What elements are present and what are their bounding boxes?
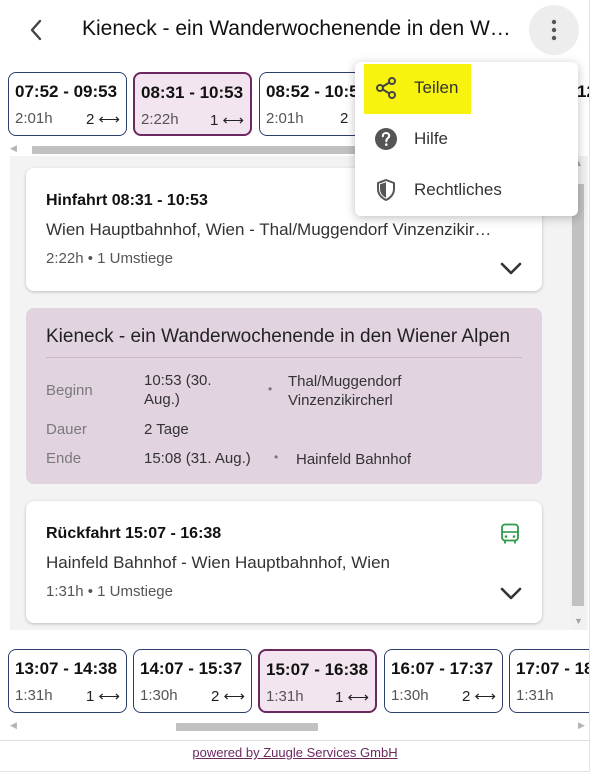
begin-place-line2: Vinzenzikircherl bbox=[288, 392, 393, 409]
app-window: Kieneck - ein Wanderwochenende in den Wi… bbox=[0, 0, 590, 772]
end-place: Hainfeld Bahnhof bbox=[296, 451, 412, 468]
connection-changes: 1 ⟷ bbox=[209, 112, 244, 129]
connection-time: 16:07 - 17:37 bbox=[391, 659, 494, 678]
connection-duration: 2:22h bbox=[141, 111, 179, 128]
back-button[interactable] bbox=[20, 14, 52, 46]
begin-place-line1: Thal/Muggendorf bbox=[288, 373, 402, 390]
chevron-down-icon[interactable] bbox=[498, 258, 524, 278]
scrollbar-thumb[interactable] bbox=[176, 723, 318, 731]
connection-changes: 2 ⟷ bbox=[210, 688, 245, 705]
page-title: Kieneck - ein Wanderwochenende in den Wi… bbox=[82, 17, 514, 40]
trip-title: Hinfahrt 08:31 - 10:53 bbox=[46, 192, 208, 209]
connection-option[interactable]: 14:07 - 15:37 1:30h 2 ⟷ bbox=[133, 649, 252, 713]
scrollbar-thumb[interactable] bbox=[572, 184, 584, 606]
scroll-down-arrow[interactable]: ▼ bbox=[574, 616, 583, 626]
begin-time-line1: 10:53 (30. bbox=[144, 372, 212, 389]
menu-item-label: Teilen bbox=[414, 78, 459, 97]
return-trip-card[interactable]: Rückfahrt 15:07 - 16:38 Hainfeld Bahnhof… bbox=[26, 501, 542, 623]
tour-summary-card: Kieneck - ein Wanderwochenende in den Wi… bbox=[26, 308, 542, 484]
powered-by-link[interactable]: powered by Zuugle Services GmbH bbox=[192, 745, 397, 760]
more-vert-icon bbox=[551, 19, 557, 41]
connection-option[interactable]: 07:52 - 09:53 2:01h 2 ⟷ bbox=[8, 72, 127, 136]
connection-time: 17:07 - 18 bbox=[516, 659, 590, 678]
separator-dot: • bbox=[274, 450, 279, 464]
begin-time-line2: Aug.) bbox=[144, 391, 180, 408]
connection-time: 08:52 - 10:5 bbox=[266, 82, 359, 101]
connection-duration: 1:31h bbox=[516, 687, 554, 704]
separator-dot: • bbox=[268, 382, 273, 396]
menu-item-label: Rechtliches bbox=[414, 180, 502, 199]
trip-details-panel: Hinfahrt 08:31 - 10:53 Wien Hauptbahnhof… bbox=[10, 156, 588, 630]
connection-duration: 1:30h bbox=[391, 687, 429, 704]
trip-meta: 1:31h • 1 Umstiege bbox=[46, 583, 173, 600]
return-connection-strip[interactable]: 13:07 - 14:38 1:31h 1 ⟷ 14:07 - 15:37 1:… bbox=[0, 649, 590, 713]
duration-value: 2 Tage bbox=[144, 421, 189, 438]
connection-option[interactable]: 17:07 - 18 1:31h bbox=[509, 649, 590, 713]
chevron-down-icon[interactable] bbox=[498, 583, 524, 603]
divider bbox=[46, 357, 522, 358]
vertical-scrollbar[interactable]: ▲ ▼ bbox=[570, 156, 586, 630]
chevron-left-icon bbox=[30, 19, 42, 41]
bus-icon bbox=[501, 523, 519, 544]
share-icon bbox=[376, 77, 396, 99]
menu-item-share[interactable]: Teilen bbox=[355, 64, 578, 112]
header: Kieneck - ein Wanderwochenende in den Wi… bbox=[0, 0, 589, 62]
connection-option[interactable]: 13:07 - 14:38 1:31h 1 ⟷ bbox=[8, 649, 127, 713]
menu-item-legal[interactable]: Rechtliches bbox=[355, 166, 578, 214]
end-label: Ende bbox=[46, 450, 82, 467]
connection-changes: 1 ⟷ bbox=[85, 688, 120, 705]
scroll-left-arrow[interactable]: ◀ bbox=[10, 143, 17, 154]
scroll-right-arrow[interactable]: ▶ bbox=[578, 720, 585, 731]
trip-route: Wien Hauptbahnhof, Wien - Thal/Muggendor… bbox=[46, 220, 496, 239]
trip-title: Rückfahrt 15:07 - 16:38 bbox=[46, 525, 222, 542]
menu-item-help[interactable]: Hilfe bbox=[355, 115, 578, 163]
scrollbar-thumb[interactable] bbox=[32, 146, 382, 154]
more-options-button[interactable] bbox=[529, 5, 579, 55]
return-horizontal-scrollbar[interactable]: ◀ ▶ bbox=[0, 719, 589, 733]
footer-divider bbox=[0, 740, 589, 741]
connection-option[interactable]: 16:07 - 17:37 1:30h 2 ⟷ bbox=[384, 649, 503, 713]
duration-label: Dauer bbox=[46, 421, 87, 438]
help-icon bbox=[375, 128, 397, 150]
footer: powered by Zuugle Services GmbH bbox=[0, 745, 589, 760]
connection-duration: 1:30h bbox=[140, 687, 178, 704]
options-menu: Teilen Hilfe Rechtliches bbox=[355, 62, 578, 216]
scroll-left-arrow[interactable]: ◀ bbox=[10, 720, 17, 731]
connection-changes: 2 ⟷ bbox=[461, 688, 496, 705]
connection-changes: 2 ⟷ bbox=[85, 111, 120, 128]
connection-duration: 1:31h bbox=[15, 687, 53, 704]
menu-item-label: Hilfe bbox=[414, 129, 449, 148]
connection-option-selected[interactable]: 15:07 - 16:38 1:31h 1 ⟷ bbox=[258, 649, 377, 713]
trip-route: Hainfeld Bahnhof - Wien Hauptbahnhof, Wi… bbox=[46, 553, 390, 572]
connection-time: 07:52 - 09:53 bbox=[15, 82, 118, 101]
connection-time: 12 bbox=[577, 82, 589, 101]
connection-changes: 1 ⟷ bbox=[334, 689, 369, 706]
connection-time: 15:07 - 16:38 bbox=[266, 660, 369, 679]
shield-icon bbox=[377, 179, 395, 201]
end-time: 15:08 (31. Aug.) bbox=[144, 450, 251, 467]
tour-title: Kieneck - ein Wanderwochenende in den Wi… bbox=[46, 326, 511, 347]
connection-option-selected[interactable]: 08:31 - 10:53 2:22h 1 ⟷ bbox=[133, 72, 252, 136]
connection-duration: 2:01h bbox=[266, 110, 304, 127]
connection-time: 14:07 - 15:37 bbox=[140, 659, 243, 678]
connection-duration: 2:01h bbox=[15, 110, 53, 127]
connection-duration: 1:31h bbox=[266, 688, 304, 705]
begin-label: Beginn bbox=[46, 382, 93, 399]
connection-changes: 2 bbox=[340, 110, 349, 127]
connection-time: 13:07 - 14:38 bbox=[15, 659, 118, 678]
connection-time: 08:31 - 10:53 bbox=[141, 83, 244, 102]
trip-meta: 2:22h • 1 Umstiege bbox=[46, 250, 173, 267]
